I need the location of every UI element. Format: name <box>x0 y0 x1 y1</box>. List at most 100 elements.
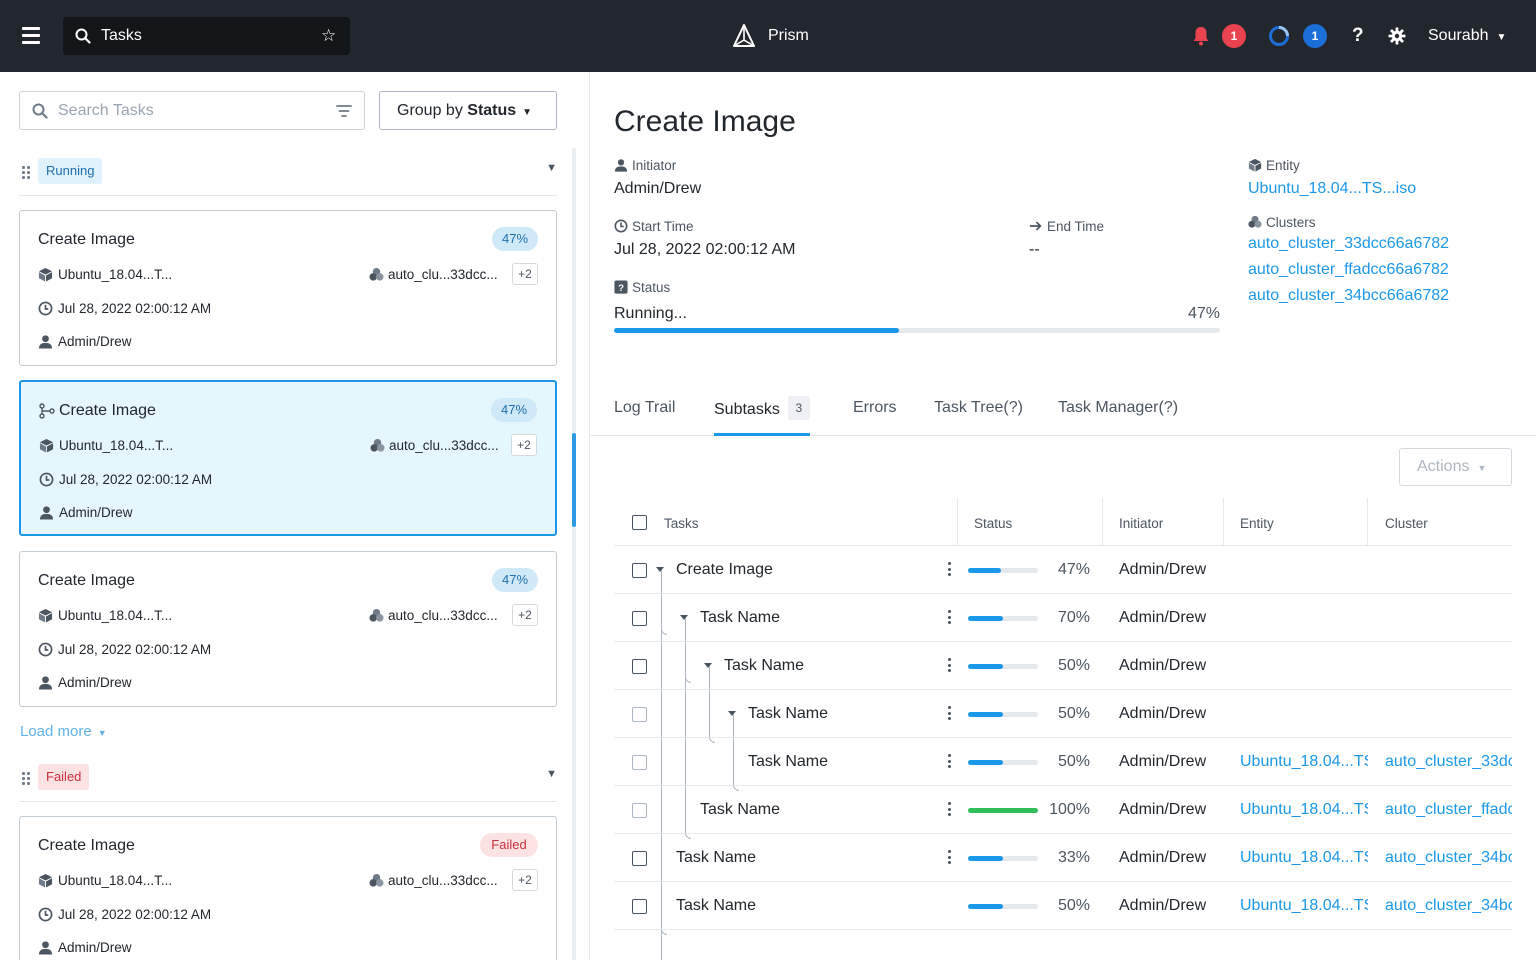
tab-log-trail[interactable]: Log Trail <box>614 398 675 436</box>
row-checkbox[interactable] <box>632 659 647 674</box>
caret-down-icon[interactable] <box>680 615 688 620</box>
end-time-label-row: End Time <box>1029 219 1104 235</box>
group-by-dropdown[interactable]: Group by Status ▼ <box>379 91 557 130</box>
row-entity-link[interactable]: Ubuntu_18.04...TS...iso <box>1240 753 1368 771</box>
more-clusters-badge[interactable]: +2 <box>512 604 538 626</box>
global-search-text: Tasks <box>101 27 142 44</box>
tab-task-manager[interactable]: Task Manager(?) <box>1058 398 1178 436</box>
cluster-link[interactable]: auto_cluster_34bcc66a6782 <box>1248 286 1449 306</box>
row-cluster-link[interactable]: auto_cluster_34bcc66a6782 <box>1385 849 1512 867</box>
col-header-status[interactable]: Status <box>974 516 1012 532</box>
time-row: Jul 28, 2022 02:00:12 AM <box>38 907 211 923</box>
caret-down-icon[interactable] <box>656 567 664 572</box>
row-cluster-link[interactable]: auto_cluster_33dcc66a6782 <box>1385 753 1512 771</box>
scrollbar[interactable] <box>572 148 576 960</box>
more-options-icon[interactable] <box>948 850 951 864</box>
table-row[interactable]: Task Name 50% Admin/Drew Ubuntu_18.04...… <box>614 738 1512 786</box>
table-row[interactable]: Create Image 47% Admin/Drew <box>614 546 1512 594</box>
row-progress-fill <box>968 568 1001 573</box>
col-header-tasks[interactable]: Tasks <box>664 516 699 532</box>
row-entity-link[interactable]: Ubuntu_18.04...TS...iso <box>1240 897 1368 915</box>
drag-handle-icon[interactable] <box>22 166 30 180</box>
global-search[interactable]: Tasks ☆ <box>63 17 350 55</box>
task-card-selected[interactable]: Create Image 47% Ubuntu_18.04...T... aut… <box>19 380 557 536</box>
task-name[interactable]: Task Name <box>700 609 780 627</box>
table-row[interactable]: Task Name 50% Admin/Drew <box>614 642 1512 690</box>
row-entity-link[interactable]: Ubuntu_18.04...TS...iso <box>1240 849 1368 867</box>
table-row[interactable]: Task Name 70% Admin/Drew <box>614 594 1512 642</box>
actions-dropdown[interactable]: Actions ▼ <box>1399 448 1512 486</box>
more-options-icon[interactable] <box>948 802 951 816</box>
cluster-link[interactable]: auto_cluster_33dcc66a6782 <box>1248 234 1449 254</box>
task-card[interactable]: Create Image 47% Ubuntu_18.04...T... aut… <box>19 210 557 366</box>
cube-icon <box>38 267 53 282</box>
scrollbar-thumb[interactable] <box>572 433 576 527</box>
task-search-input[interactable]: Search Tasks <box>19 91 365 130</box>
more-options-icon[interactable] <box>948 610 951 624</box>
row-checkbox[interactable] <box>632 899 647 914</box>
entity-link[interactable]: Ubuntu_18.04...TS...iso <box>1248 179 1416 199</box>
row-checkbox[interactable] <box>632 851 647 866</box>
task-card[interactable]: Create Image 47% Ubuntu_18.04...T... aut… <box>19 551 557 707</box>
hamburger-menu-icon[interactable] <box>22 27 40 45</box>
caret-down-icon[interactable] <box>728 711 736 716</box>
row-checkbox[interactable] <box>632 611 647 626</box>
task-user: Admin/Drew <box>58 334 132 349</box>
more-options-icon[interactable] <box>948 562 951 576</box>
group-header-failed[interactable]: Failed ▼ <box>19 764 557 802</box>
caret-down-icon[interactable] <box>704 663 712 668</box>
col-header-entity[interactable]: Entity <box>1240 516 1274 532</box>
task-name[interactable]: Task Name <box>748 753 828 771</box>
row-entity-link[interactable]: Ubuntu_18.04...TS...iso <box>1240 801 1368 819</box>
more-clusters-badge[interactable]: +2 <box>512 263 538 285</box>
more-clusters-badge[interactable]: +2 <box>512 869 538 891</box>
more-clusters-badge[interactable]: +2 <box>511 434 537 456</box>
table-row[interactable]: Task Name 50% Admin/Drew Ubuntu_18.04...… <box>614 882 1512 930</box>
row-cluster-link[interactable]: auto_cluster_ffadcc66a6782 <box>1385 801 1512 819</box>
task-card[interactable]: Create Image Failed Ubuntu_18.04...T... … <box>19 816 557 960</box>
tab-errors[interactable]: Errors <box>853 398 897 436</box>
row-checkbox[interactable] <box>632 803 647 818</box>
more-options-icon[interactable] <box>948 754 951 768</box>
row-checkbox[interactable] <box>632 707 647 722</box>
table-row[interactable]: Task Name 100% Admin/Drew Ubuntu_18.04..… <box>614 786 1512 834</box>
user-menu[interactable]: Sourabh ▼ <box>1428 26 1506 48</box>
tasks-count-badge[interactable]: 1 <box>1303 24 1327 48</box>
tab-subtasks[interactable]: Subtasks 3 <box>714 392 810 436</box>
row-initiator: Admin/Drew <box>1119 753 1207 770</box>
task-name[interactable]: Create Image <box>676 561 773 579</box>
user-row: Admin/Drew <box>38 334 132 350</box>
drag-handle-icon[interactable] <box>22 772 30 786</box>
row-checkbox[interactable] <box>632 563 647 578</box>
task-name[interactable]: Task Name <box>748 705 828 723</box>
table-row[interactable]: Task Name 50% Admin/Drew <box>614 690 1512 738</box>
filter-icon[interactable] <box>336 104 352 118</box>
cluster-link[interactable]: auto_cluster_ffadcc66a6782 <box>1248 260 1449 280</box>
cluster-name: auto_clu...33dcc... <box>388 873 498 888</box>
col-header-initiator[interactable]: Initiator <box>1119 516 1163 532</box>
gear-icon[interactable] <box>1388 27 1406 45</box>
select-all-checkbox[interactable] <box>632 515 647 530</box>
more-options-icon[interactable] <box>948 658 951 672</box>
bell-icon[interactable] <box>1192 26 1210 46</box>
group-header-running[interactable]: Running ▼ <box>19 158 557 196</box>
help-icon[interactable]: ? <box>1352 25 1364 47</box>
row-cluster-link[interactable]: auto_cluster_34bcc66a6782 <box>1385 897 1512 915</box>
row-initiator: Admin/Drew <box>1119 897 1207 914</box>
load-more-link[interactable]: Load more ▼ <box>20 722 107 743</box>
row-checkbox[interactable] <box>632 755 647 770</box>
row-initiator: Admin/Drew <box>1119 801 1207 818</box>
more-options-icon[interactable] <box>948 706 951 720</box>
table-row[interactable]: Task Name 33% Admin/Drew Ubuntu_18.04...… <box>614 834 1512 882</box>
chevron-down-icon[interactable]: ▼ <box>546 768 557 780</box>
col-header-cluster[interactable]: Cluster <box>1385 516 1428 532</box>
task-name[interactable]: Task Name <box>724 657 804 675</box>
tab-task-tree[interactable]: Task Tree(?) <box>934 398 1023 436</box>
tasks-spinner-icon[interactable] <box>1268 25 1290 47</box>
alerts-count-badge[interactable]: 1 <box>1222 24 1246 48</box>
task-name[interactable]: Task Name <box>676 897 756 915</box>
chevron-down-icon[interactable]: ▼ <box>546 162 557 174</box>
task-name[interactable]: Task Name <box>676 849 756 867</box>
star-icon[interactable]: ☆ <box>321 26 336 46</box>
task-name[interactable]: Task Name <box>700 801 780 819</box>
